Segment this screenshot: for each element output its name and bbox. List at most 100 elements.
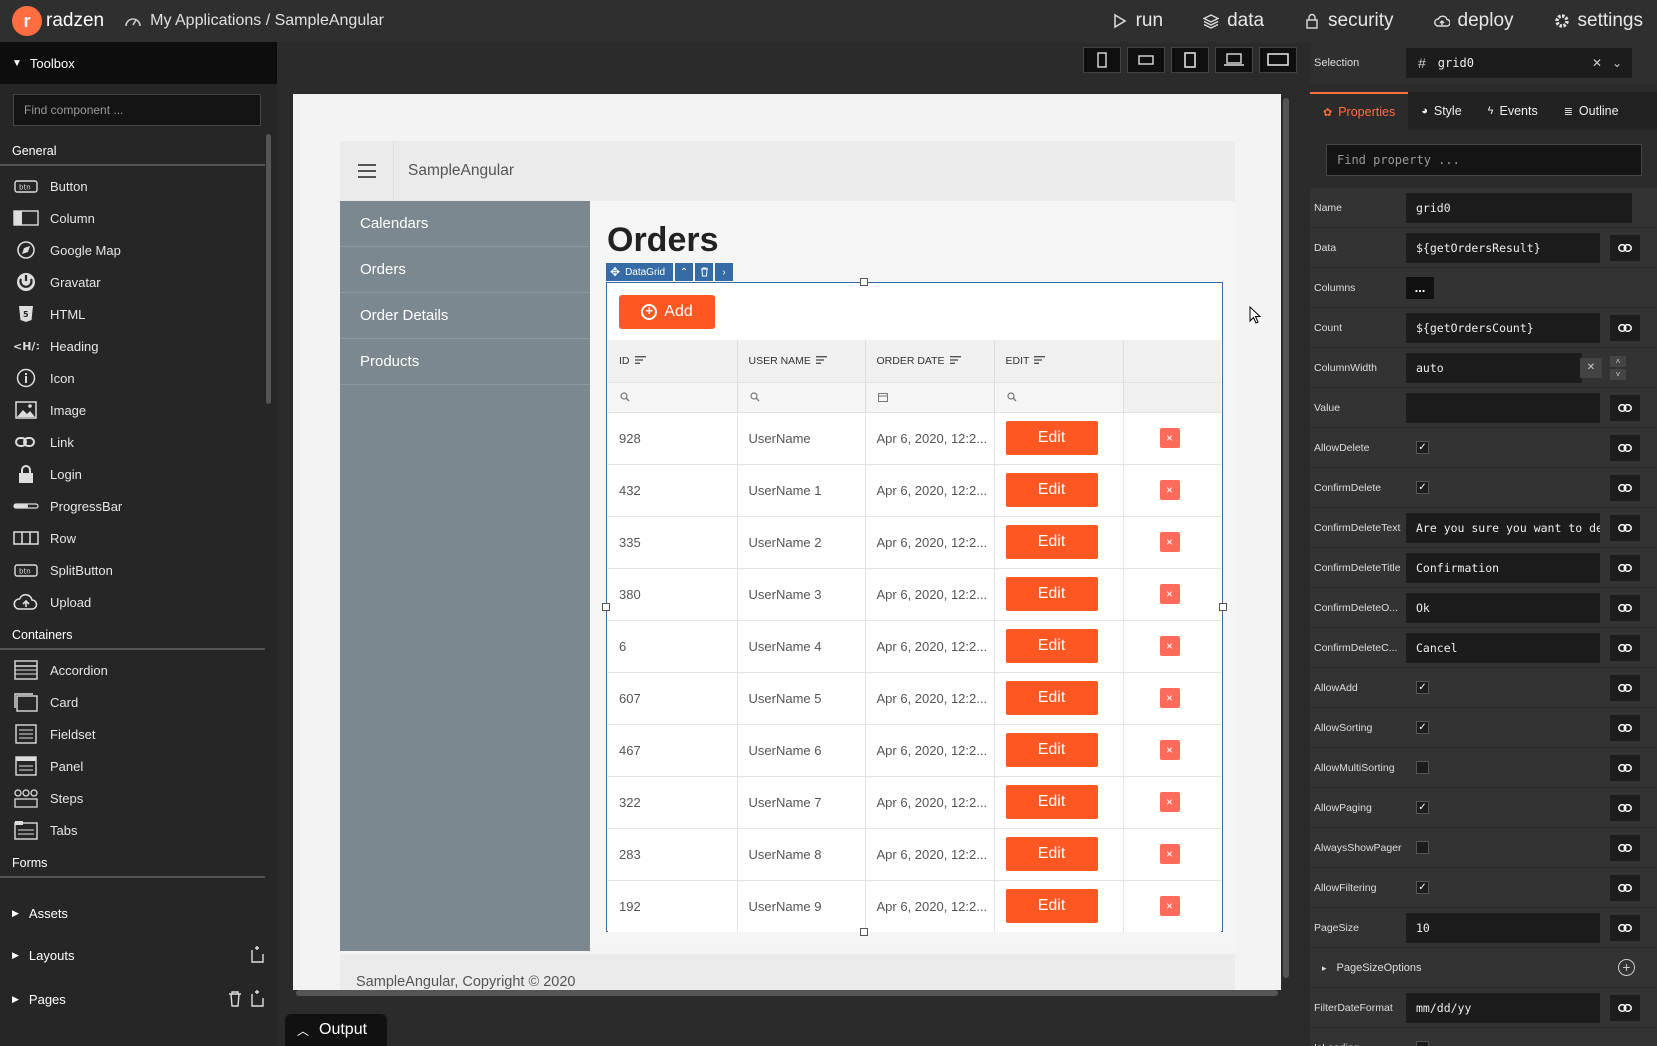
delete-button[interactable]: × <box>1159 740 1180 760</box>
hamburger-menu-icon[interactable] <box>340 141 394 201</box>
filter-cell-1[interactable] <box>737 381 866 412</box>
edit-button[interactable]: Edit <box>1005 785 1098 819</box>
tab-events[interactable]: ϟ Events <box>1475 92 1551 130</box>
device-laptop-button[interactable] <box>1215 47 1253 73</box>
link-icon[interactable] <box>1610 314 1640 341</box>
search-icon[interactable] <box>620 390 630 405</box>
property-input-name[interactable]: grid0 <box>1406 192 1632 223</box>
toolbox-item-row[interactable]: Row <box>0 522 277 554</box>
toolbox-item-html[interactable]: 5 HTML <box>0 298 277 330</box>
column-header-id[interactable]: ID <box>608 340 738 382</box>
edit-button[interactable]: Edit <box>1005 733 1098 767</box>
toolbox-item-column[interactable]: Column <box>0 202 277 234</box>
property-input-confirmdeletec-[interactable]: Cancel <box>1406 632 1600 663</box>
resize-handle-top[interactable] <box>860 278 868 286</box>
delete-button[interactable]: × <box>1159 896 1180 917</box>
clear-icon[interactable]: ✕ <box>1592 56 1602 70</box>
delete-button[interactable]: × <box>1159 792 1180 812</box>
next-component-button[interactable]: › <box>715 263 734 281</box>
edit-button[interactable]: Edit <box>1005 525 1098 559</box>
property-input-columnwidth[interactable]: auto <box>1406 352 1582 383</box>
chevron-down-icon[interactable]: ⌄ <box>1612 56 1622 70</box>
link-icon[interactable] <box>1610 434 1640 461</box>
toolbox-item-accordion[interactable]: Accordion <box>0 654 277 686</box>
toolbox-item-card[interactable]: Card <box>0 686 277 718</box>
assets-section[interactable]: ▶ Assets <box>0 892 277 934</box>
delete-button[interactable]: × <box>1159 584 1180 604</box>
delete-button[interactable]: × <box>1159 688 1180 708</box>
radzen-logo[interactable]: r radzen <box>12 6 104 36</box>
selection-dropdown[interactable]: # grid0 ✕ ⌄ <box>1406 48 1632 78</box>
property-checkbox-allowmultisorting[interactable] <box>1416 761 1429 774</box>
select-parent-button[interactable]: ⌃ <box>675 263 694 281</box>
delete-component-button[interactable] <box>695 263 714 281</box>
sort-icon[interactable] <box>815 355 827 367</box>
device-phone-landscape-button[interactable] <box>1127 47 1165 73</box>
property-checkbox-allowfiltering[interactable]: ✓ <box>1416 881 1429 894</box>
edit-columns-button[interactable]: ... <box>1406 276 1434 299</box>
link-icon[interactable] <box>1610 674 1640 701</box>
property-input-count[interactable]: ${getOrdersCount} <box>1406 312 1600 343</box>
device-tablet-button[interactable] <box>1171 47 1209 73</box>
add-circle-icon[interactable]: + <box>1618 959 1635 976</box>
toolbox-item-gravatar[interactable]: Gravatar <box>0 266 277 298</box>
resize-handle-right[interactable] <box>1219 603 1227 611</box>
tab-outline[interactable]: ≣ Outline <box>1551 92 1632 130</box>
toolbox-item-fieldset[interactable]: Fieldset <box>0 718 277 750</box>
delete-button[interactable]: × <box>1159 428 1180 448</box>
filter-cell-2[interactable] <box>865 381 995 412</box>
edit-button[interactable]: Edit <box>1005 577 1098 611</box>
delete-button[interactable]: × <box>1159 480 1180 500</box>
link-icon[interactable] <box>1610 594 1640 621</box>
property-checkbox-confirmdelete[interactable]: ✓ <box>1416 481 1429 494</box>
tab-properties[interactable]: ✿ Properties <box>1310 92 1409 130</box>
nav-deploy[interactable]: deploy <box>1433 10 1514 32</box>
side-menu-item-orders[interactable]: Orders <box>340 247 590 293</box>
property-input-filterdateformat[interactable]: mm/dd/yy <box>1406 992 1600 1023</box>
resize-handle-bottom[interactable] <box>860 928 868 936</box>
toolbox-scrollbar[interactable] <box>266 134 271 404</box>
trash-icon[interactable] <box>227 990 243 1008</box>
toolbox-item-button[interactable]: btn Button <box>0 170 277 202</box>
property-checkbox-isloading[interactable] <box>1416 1041 1429 1046</box>
filter-cell-3[interactable] <box>994 381 1124 412</box>
property-input-confirmdeleteo-[interactable]: Ok <box>1406 592 1600 623</box>
property-input-confirmdeletetitle[interactable]: Confirmation <box>1406 552 1600 583</box>
delete-button[interactable]: × <box>1159 532 1180 552</box>
toolbox-item-upload[interactable]: Upload <box>0 586 277 618</box>
toolbox-item-tabs[interactable]: Tabs <box>0 814 277 846</box>
property-checkbox-allowadd[interactable]: ✓ <box>1416 681 1429 694</box>
property-name[interactable]: PageSizeOptions <box>1310 962 1610 974</box>
delete-button[interactable]: × <box>1159 844 1180 864</box>
calendar-icon[interactable] <box>877 390 888 405</box>
canvas-vertical-scrollbar[interactable] <box>1283 98 1289 978</box>
link-icon[interactable] <box>1610 794 1640 821</box>
toolbox-item-link[interactable]: Link <box>0 426 277 458</box>
property-input-pagesize[interactable]: 10 <box>1406 912 1600 943</box>
toolbox-item-heading[interactable]: <H/> Heading <box>0 330 277 362</box>
sort-icon[interactable] <box>949 355 961 367</box>
toolbox-item-icon[interactable]: Icon <box>0 362 277 394</box>
canvas-horizontal-scrollbar[interactable] <box>296 990 1278 996</box>
link-icon[interactable] <box>1610 554 1640 581</box>
stepper-icon[interactable]: ˄ ˅ <box>1610 355 1626 380</box>
nav-data[interactable]: data <box>1203 10 1264 32</box>
link-icon[interactable] <box>1610 394 1640 421</box>
property-input-confirmdeletetext[interactable]: Are you sure you want to de <box>1406 512 1600 543</box>
device-desktop-button[interactable] <box>1259 47 1297 73</box>
sort-icon[interactable] <box>634 355 646 367</box>
clear-icon[interactable]: ✕ <box>1580 357 1602 378</box>
datagrid[interactable]: + Add ID USER NAME ORDER DATE EDIT 928 UserNa… <box>606 282 1223 932</box>
property-checkbox-allowpaging[interactable]: ✓ <box>1416 801 1429 814</box>
toolbox-item-login[interactable]: Login <box>0 458 277 490</box>
property-input-value[interactable] <box>1406 392 1600 423</box>
column-header-edit[interactable]: EDIT <box>994 340 1124 382</box>
side-menu-item-calendars[interactable]: Calendars <box>340 201 590 247</box>
new-layout-icon[interactable] <box>249 946 265 964</box>
device-phone-portrait-button[interactable] <box>1083 47 1121 73</box>
nav-security[interactable]: security <box>1304 10 1394 32</box>
property-checkbox-allowsorting[interactable]: ✓ <box>1416 721 1429 734</box>
column-header-user-name[interactable]: USER NAME <box>737 340 866 382</box>
link-icon[interactable] <box>1610 634 1640 661</box>
property-checkbox-allowdelete[interactable]: ✓ <box>1416 441 1429 454</box>
